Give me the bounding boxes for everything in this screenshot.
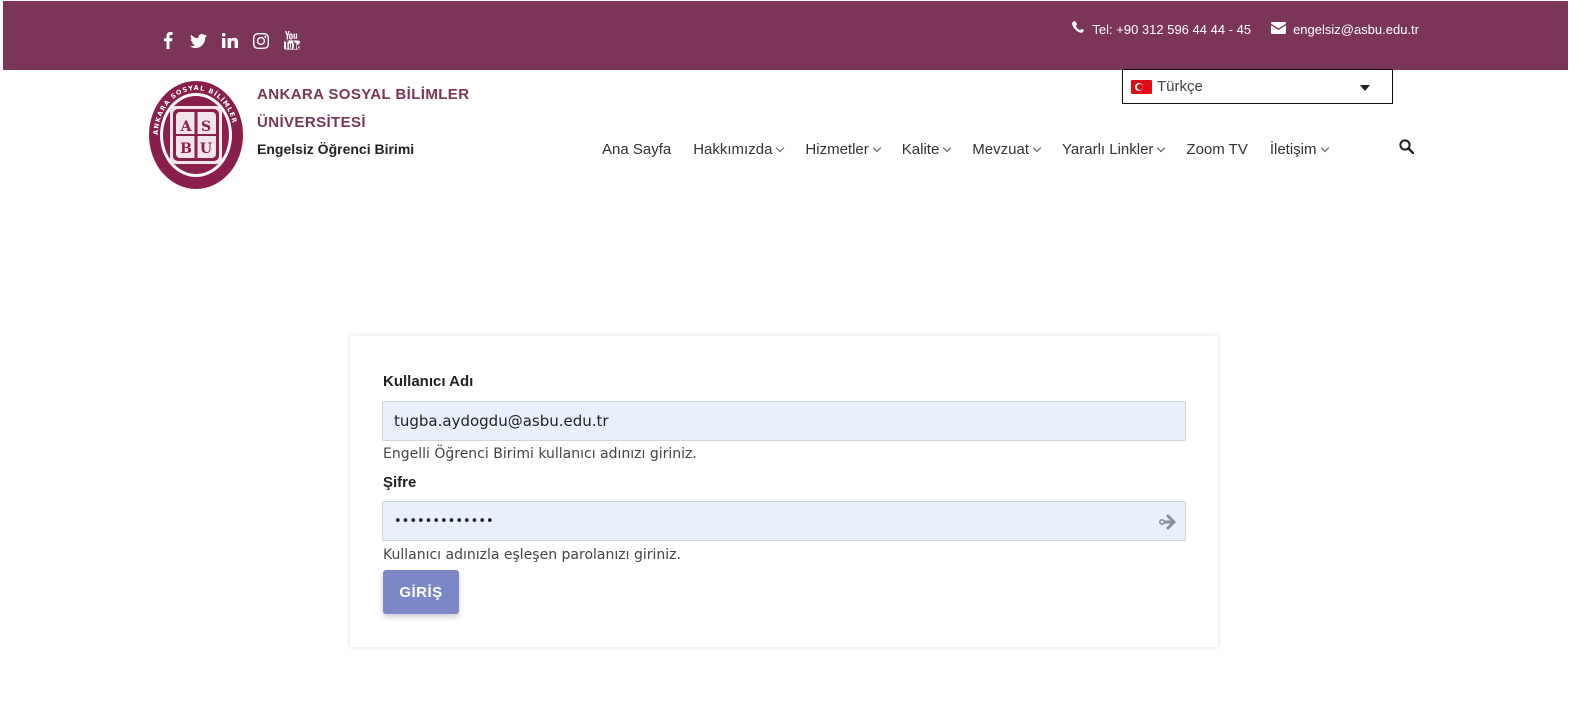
nav-item-hakkimizda[interactable]: Hakkımızda [693, 141, 785, 158]
contact-info: Tel: +90 312 596 44 44 - 45 engelsiz@asb… [1072, 21, 1419, 37]
nav-label: Yararlı Linkler [1062, 141, 1154, 158]
nav-label: İletişim [1269, 141, 1317, 158]
chevron-down-icon [943, 143, 952, 153]
phone-icon [1072, 21, 1086, 37]
chevron-down-icon [1320, 143, 1329, 153]
chevron-down-icon [1032, 143, 1042, 153]
nav-label: Ana Sayfa [602, 141, 672, 158]
svg-text:B: B [180, 141, 192, 157]
social-links [158, 31, 301, 50]
envelope-icon [1271, 21, 1287, 37]
phone-text: Tel: +90 312 596 44 44 - 45 [1092, 21, 1252, 37]
chevron-down-icon [872, 143, 882, 153]
phone-contact[interactable]: Tel: +90 312 596 44 44 - 45 [1072, 21, 1251, 37]
login-card: Kullanıcı Adı tugba.aydogdu@asbu.edu.tr … [350, 336, 1218, 647]
instagram-icon[interactable] [251, 31, 270, 50]
nav-label: Mevzuat [972, 141, 1029, 158]
nav-item-kalite[interactable]: Kalite [901, 141, 952, 158]
caret-down-icon [1360, 85, 1370, 91]
password-label: Şifre [383, 474, 417, 491]
password-manager-key-icon[interactable] [1157, 511, 1179, 533]
svg-text:U: U [200, 141, 212, 157]
chevron-down-icon [1157, 143, 1166, 153]
turkey-flag-icon [1131, 79, 1152, 94]
language-select[interactable]: Türkçe [1122, 69, 1393, 104]
nav-item-hizmetler[interactable]: Hizmetler [805, 141, 882, 158]
language-selected: Türkçe [1157, 78, 1203, 95]
svg-text:S: S [201, 119, 211, 135]
nav-item-mevzuat[interactable]: Mevzuat [972, 141, 1042, 158]
username-input[interactable]: tugba.aydogdu@asbu.edu.tr [382, 401, 1186, 441]
username-value: tugba.aydogdu@asbu.edu.tr [394, 412, 609, 430]
linkedin-icon[interactable] [220, 31, 239, 50]
username-help: Engelli Öğrenci Birimi kullanıcı adınızı… [383, 446, 697, 462]
twitter-icon[interactable] [189, 31, 208, 50]
email-text: engelsiz@asbu.edu.tr [1293, 21, 1419, 37]
brand-block[interactable]: ANKARA SOSYAL BİLİMLER ÜNİVERSİTESİ Enge… [257, 81, 469, 161]
university-name-line2: ÜNİVERSİTESİ [257, 114, 366, 131]
unit-name: Engelsiz Öğrenci Birimi [257, 141, 415, 157]
password-help: Kullanıcı adınızla eşleşen parolanızı gi… [383, 547, 681, 563]
login-submit-button[interactable]: GİRİŞ [383, 570, 459, 614]
nav-item-yararli-linkler[interactable]: Yararlı Linkler [1062, 141, 1166, 158]
chevron-down-icon [776, 143, 785, 153]
nav-label: Kalite [901, 141, 940, 158]
svg-text:A: A [180, 119, 193, 135]
nav-item-iletisim[interactable]: İletişim [1269, 141, 1329, 158]
nav-item-ana-sayfa[interactable]: Ana Sayfa [602, 141, 671, 158]
nav-label: Zoom TV [1186, 141, 1248, 158]
username-label: Kullanıcı Adı [383, 373, 474, 390]
password-value: ••••••••••••• [394, 513, 494, 529]
search-icon[interactable] [1399, 139, 1415, 155]
password-input[interactable]: ••••••••••••• [382, 501, 1186, 541]
university-name-line1: ANKARA SOSYAL BİLİMLER [257, 86, 470, 103]
university-logo[interactable]: A S B U ANKARA SOSYAL BİLİMLER [148, 80, 244, 190]
top-bar: Tel: +90 312 596 44 44 - 45 engelsiz@asb… [3, 1, 1568, 70]
email-contact[interactable]: engelsiz@asbu.edu.tr [1271, 21, 1419, 37]
facebook-icon[interactable] [158, 31, 177, 50]
nav-label: Hakkımızda [693, 141, 773, 158]
nav-item-zoom-tv[interactable]: Zoom TV [1186, 141, 1247, 158]
main-nav: Ana Sayfa Hakkımızda Hizmetler Kalite Me… [602, 141, 1350, 158]
nav-label: Hizmetler [805, 141, 869, 158]
youtube-icon[interactable] [282, 31, 301, 50]
